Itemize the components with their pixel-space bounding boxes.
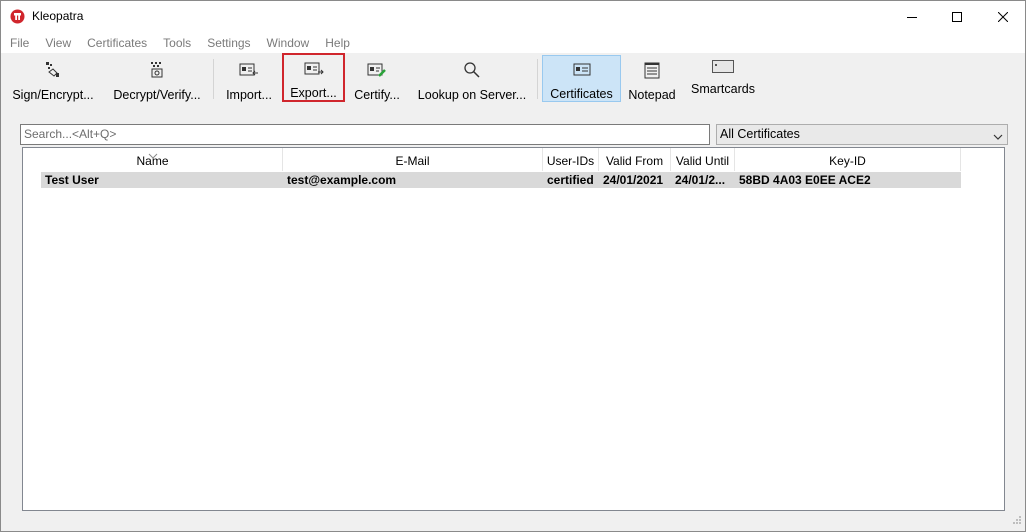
sign-encrypt-label: Sign/Encrypt...	[12, 88, 94, 102]
cell-user-ids: certified	[547, 173, 594, 187]
maximize-button[interactable]	[934, 1, 980, 32]
column-header-user-ids[interactable]: User-IDs	[543, 148, 599, 171]
lookup-on-server-label: Lookup on Server...	[417, 88, 527, 102]
cell-valid-from: 24/01/2021	[603, 173, 664, 187]
cell-key-id: 58BD 4A03 E0EE ACE2	[739, 173, 871, 187]
import-button[interactable]: Import...	[219, 55, 279, 102]
menu-bar: File View Certificates Tools Settings Wi…	[1, 32, 1025, 53]
column-header-valid-from[interactable]: Valid From	[599, 148, 671, 171]
column-header-label: Key-ID	[829, 153, 866, 168]
kleopatra-window: Kleopatra File View Certificates Tools S…	[0, 0, 1026, 532]
menu-tools[interactable]: Tools	[163, 36, 191, 50]
decrypt-verify-icon	[149, 60, 165, 79]
export-icon	[304, 60, 324, 77]
certificates-table: Name E-Mail User-IDs Valid From Valid Un…	[22, 147, 1005, 511]
certify-label: Certify...	[354, 88, 400, 102]
column-header-key-id[interactable]: Key-ID	[735, 148, 961, 171]
menu-window[interactable]: Window	[267, 36, 310, 50]
sort-ascending-icon	[148, 148, 158, 162]
certify-icon	[367, 60, 387, 79]
sign-encrypt-button[interactable]: Sign/Encrypt...	[5, 55, 101, 102]
search-icon	[463, 60, 481, 79]
window-title: Kleopatra	[32, 9, 84, 23]
menu-help[interactable]: Help	[325, 36, 350, 50]
column-header-label: Valid From	[605, 153, 664, 168]
notepad-view-button[interactable]: Notepad	[624, 55, 680, 102]
resize-grip-icon[interactable]	[1012, 514, 1022, 528]
title-bar: Kleopatra	[1, 1, 1025, 32]
column-header-email[interactable]: E-Mail	[283, 148, 543, 171]
column-header-name[interactable]: Name	[23, 148, 283, 171]
column-header-valid-until[interactable]: Valid Until	[671, 148, 735, 171]
main-toolbar: Sign/Encrypt... Decrypt/Verify... Import…	[1, 53, 1025, 105]
search-placeholder: Search...<Alt+Q>	[24, 127, 117, 141]
toolbar-separator	[213, 59, 214, 99]
close-button[interactable]	[980, 1, 1026, 32]
cell-name: Test User	[45, 173, 99, 187]
certify-button[interactable]: Certify...	[349, 55, 405, 102]
notepad-view-label: Notepad	[628, 88, 676, 102]
certificates-view-button[interactable]: Certificates	[542, 55, 621, 102]
search-input[interactable]: Search...<Alt+Q>	[20, 124, 710, 145]
certificates-view-label: Certificates	[550, 87, 613, 101]
maximize-icon	[952, 11, 962, 22]
import-label: Import...	[226, 88, 272, 102]
export-button[interactable]: Export...	[282, 53, 345, 102]
chevron-down-icon	[993, 130, 1003, 144]
column-header-label: E-Mail	[395, 153, 430, 168]
status-bar	[1, 513, 1025, 531]
menu-certificates[interactable]: Certificates	[87, 36, 147, 50]
filter-selected-value: All Certificates	[720, 127, 800, 141]
notepad-icon	[644, 60, 660, 79]
smartcards-view-label: Smartcards	[691, 82, 755, 96]
decrypt-verify-label: Decrypt/Verify...	[113, 88, 201, 102]
table-row[interactable]: Test User test@example.com certified 24/…	[41, 172, 961, 188]
export-label: Export...	[290, 86, 337, 100]
lookup-on-server-button[interactable]: Lookup on Server...	[411, 55, 533, 102]
certificate-filter-dropdown[interactable]: All Certificates	[716, 124, 1008, 145]
smartcards-view-button[interactable]: Smartcards	[685, 55, 761, 102]
column-header-label: Valid Until	[675, 153, 730, 168]
menu-view[interactable]: View	[45, 36, 71, 50]
menu-file[interactable]: File	[10, 36, 29, 50]
minimize-icon	[907, 16, 917, 18]
kleopatra-app-icon	[10, 9, 25, 24]
cell-email: test@example.com	[287, 173, 397, 187]
toolbar-separator	[537, 59, 538, 99]
minimize-button[interactable]	[889, 1, 935, 32]
certificates-icon	[573, 61, 591, 78]
import-icon	[239, 60, 259, 79]
column-header-label: User-IDs	[546, 153, 595, 168]
cell-valid-until: 24/01/2...	[675, 173, 726, 187]
smartcard-icon	[712, 59, 734, 73]
menu-settings[interactable]: Settings	[207, 36, 250, 50]
sign-encrypt-icon	[45, 60, 61, 79]
table-header: Name E-Mail User-IDs Valid From Valid Un…	[23, 148, 961, 171]
close-icon	[998, 11, 1008, 22]
decrypt-verify-button[interactable]: Decrypt/Verify...	[105, 55, 209, 102]
